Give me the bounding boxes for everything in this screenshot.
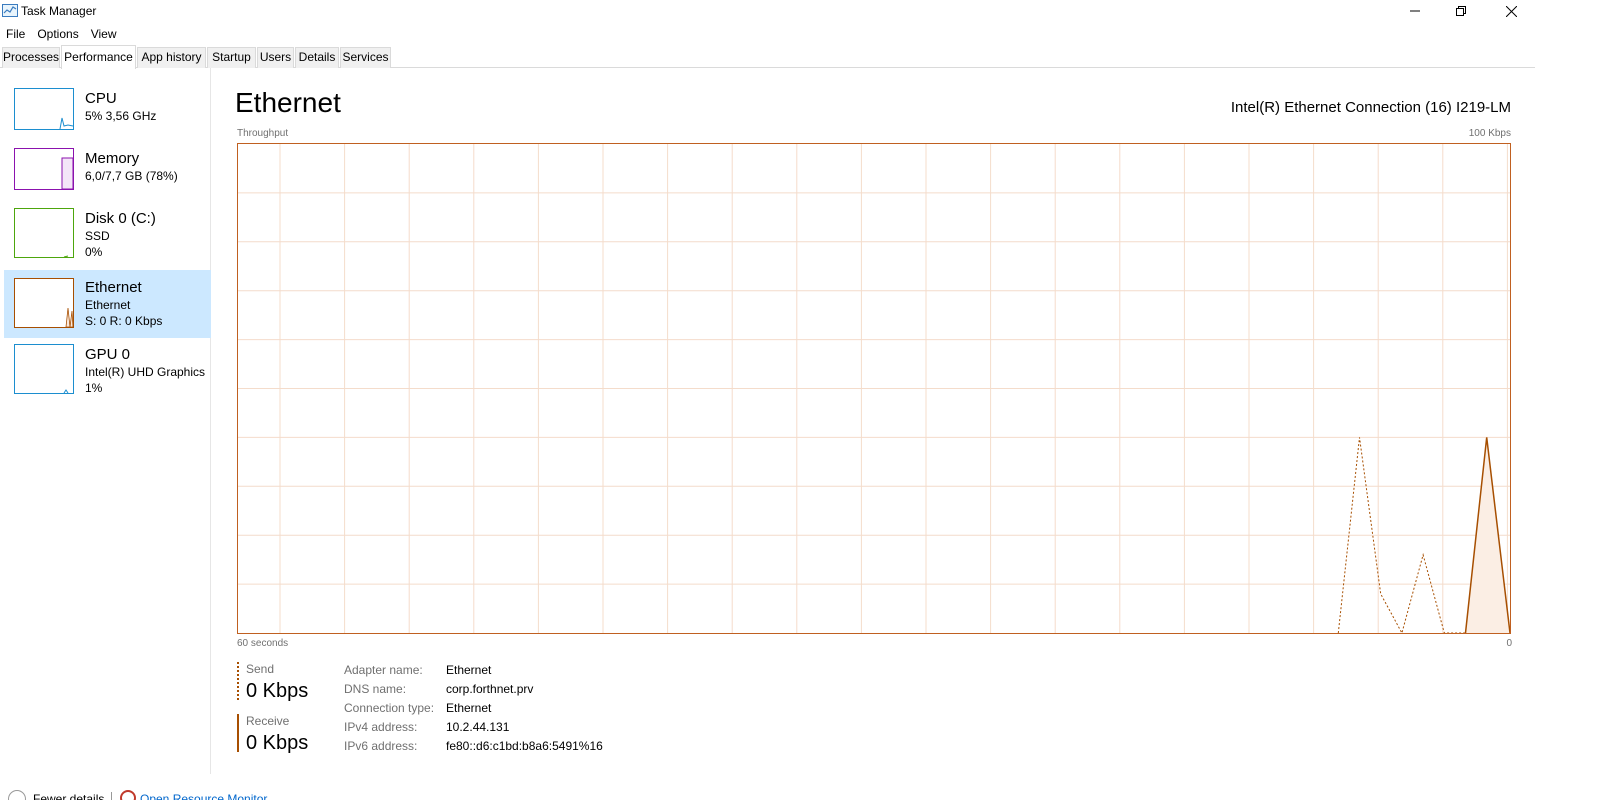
ipv4-value: 10.2.44.131 — [446, 720, 510, 734]
restore-button[interactable] — [1438, 0, 1484, 22]
footer-divider — [111, 792, 112, 800]
sidebar-item-name: Ethernet — [85, 279, 142, 296]
sidebar-item-detail: SSD — [85, 229, 110, 243]
sidebar-item-detail: 6,0/7,7 GB (78%) — [85, 169, 178, 183]
menu-view[interactable]: View — [85, 25, 123, 43]
resource-monitor-icon — [120, 790, 136, 800]
send-label: Send — [246, 662, 275, 676]
menu-bar: File Options View — [0, 25, 123, 43]
chevron-up-icon[interactable] — [8, 790, 26, 800]
tab-startup[interactable]: Startup — [207, 47, 256, 68]
fewer-details-link[interactable]: Fewer details — [33, 792, 104, 800]
tab-performance[interactable]: Performance — [61, 45, 136, 69]
tab-users[interactable]: Users — [257, 47, 294, 68]
send-legend-bar — [237, 662, 239, 700]
dns-name-value: corp.forthnet.prv — [446, 682, 534, 696]
sidebar-item-detail-2: 0% — [85, 245, 103, 259]
memory-graph-icon — [14, 148, 74, 190]
send-value: 0 Kbps — [246, 680, 309, 702]
dns-name-label: DNS name: — [344, 682, 407, 696]
connection-type-label: Connection type: — [344, 701, 435, 715]
close-icon — [1505, 5, 1517, 17]
menu-options[interactable]: Options — [31, 25, 84, 43]
cpu-graph-icon — [14, 88, 74, 130]
footer-bar: Fewer details Open Resource Monitor — [0, 786, 400, 800]
disk-graph-icon — [14, 208, 74, 258]
sidebar-item-detail-2: 1% — [85, 381, 103, 395]
time-span-label: 60 seconds — [237, 638, 289, 649]
task-manager-icon — [2, 4, 18, 17]
open-resource-monitor-link[interactable]: Open Resource Monitor — [140, 792, 267, 800]
zero-label: 0 — [1506, 638, 1512, 649]
adapter-name-label: Adapter name: — [344, 663, 423, 677]
receive-value: 0 Kbps — [246, 732, 309, 754]
tab-processes[interactable]: Processes — [2, 47, 60, 68]
sidebar-item-cpu[interactable]: CPU 5% 3,56 GHz — [4, 84, 211, 152]
sidebar-item-detail: Intel(R) UHD Graphics — [85, 365, 206, 379]
tab-services[interactable]: Services — [340, 47, 391, 68]
tab-app-history[interactable]: App history — [137, 47, 206, 68]
receive-label: Receive — [246, 714, 290, 728]
sidebar-item-detail: Ethernet — [85, 298, 131, 312]
sidebar-item-name: GPU 0 — [85, 346, 131, 363]
minimize-icon — [1410, 10, 1420, 12]
ipv6-value: fe80::d6:c1bd:b8a6:5491%16 — [446, 739, 603, 753]
throughput-chart-svg — [238, 144, 1510, 633]
max-scale-label: 100 Kbps — [1468, 128, 1511, 139]
sidebar-item-detail-2: S: 0 R: 0 Kbps — [85, 314, 163, 328]
tab-details[interactable]: Details — [295, 47, 339, 68]
ethernet-graph-icon — [14, 278, 74, 328]
throughput-chart — [237, 143, 1511, 634]
close-button[interactable] — [1488, 0, 1534, 22]
ipv6-label: IPv6 address: — [344, 739, 418, 753]
throughput-label: Throughput — [237, 128, 289, 139]
title-bar: Task Manager — [0, 0, 1540, 22]
menu-file[interactable]: File — [0, 25, 31, 43]
adapter-name-value: Ethernet — [446, 663, 492, 677]
sidebar-item-name: Disk 0 (C:) — [85, 210, 156, 227]
sidebar-item-detail: 5% 3,56 GHz — [85, 109, 157, 123]
ipv4-label: IPv4 address: — [344, 720, 418, 734]
window-title: Task Manager — [21, 4, 97, 18]
sidebar-item-gpu[interactable]: GPU 0 Intel(R) UHD Graphics 1% — [4, 340, 211, 408]
page-title: Ethernet — [235, 87, 341, 118]
sidebar-item-name: Memory — [85, 150, 140, 167]
tab-strip: Processes Performance App history Startu… — [0, 45, 1535, 69]
sidebar-item-disk[interactable]: Disk 0 (C:) SSD 0% — [4, 204, 211, 272]
restore-icon — [1456, 6, 1466, 16]
receive-legend-bar — [237, 714, 239, 752]
resource-sidebar: CPU 5% 3,56 GHz Memory 6,0/7,7 GB (78%) … — [0, 68, 211, 774]
sidebar-item-name: CPU — [85, 90, 117, 107]
gpu-graph-icon — [14, 344, 74, 394]
sidebar-item-ethernet[interactable]: Ethernet Ethernet S: 0 R: 0 Kbps — [4, 270, 211, 338]
minimize-button[interactable] — [1392, 0, 1438, 22]
connection-type-value: Ethernet — [446, 701, 492, 715]
sidebar-item-memory[interactable]: Memory 6,0/7,7 GB (78%) — [4, 144, 211, 212]
adapter-name-heading: Intel(R) Ethernet Connection (16) I219-L… — [1230, 99, 1511, 116]
